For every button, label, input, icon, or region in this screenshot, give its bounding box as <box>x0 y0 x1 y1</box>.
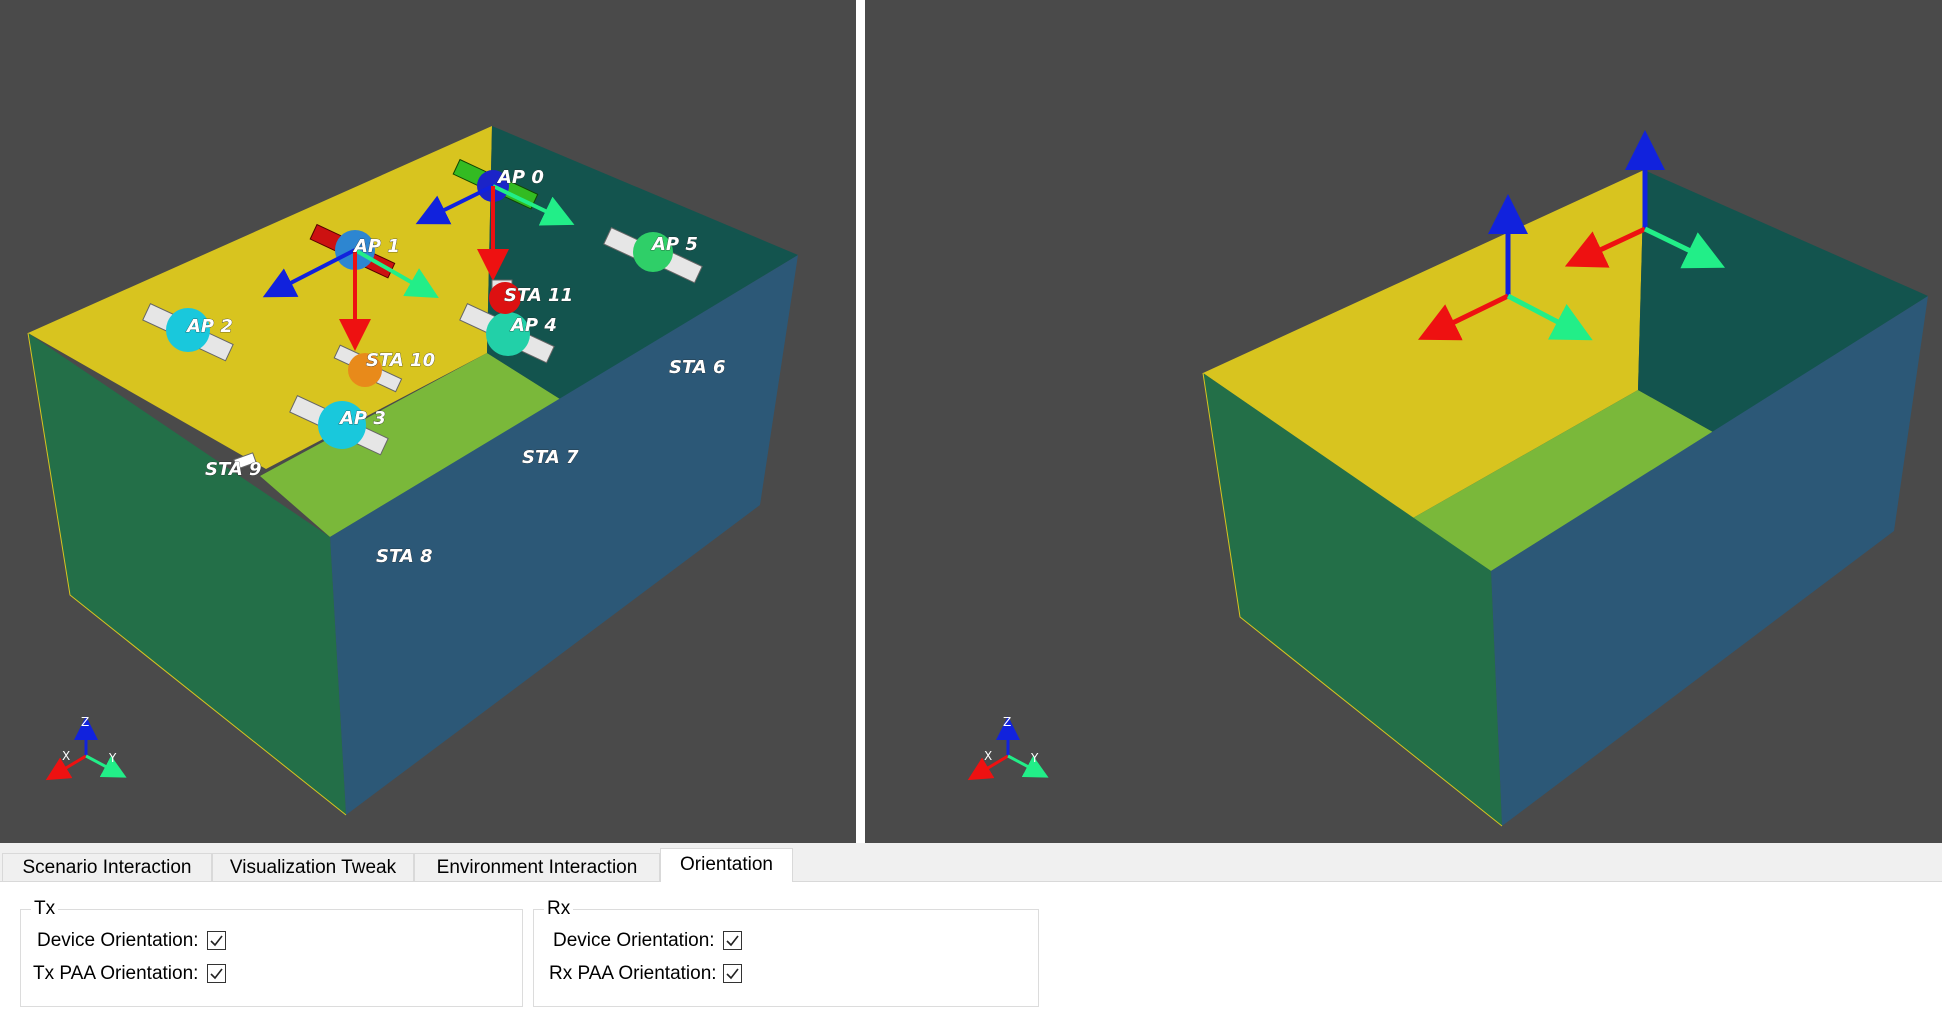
view-splitter[interactable] <box>856 0 865 843</box>
axis-label-z: Z <box>81 715 89 729</box>
label-ap-2: AP 2 <box>185 316 233 337</box>
label-ap-3: AP 3 <box>338 408 386 429</box>
rx-group: Rx Device Orientation: Rx PAA Orientatio… <box>533 898 1039 1007</box>
rx-paa-orientation-row: Rx PAA Orientation: <box>534 963 1034 987</box>
rx-device-orientation-row: Device Orientation: <box>534 930 1034 954</box>
rx-device-orientation-label: Device Orientation: <box>553 930 715 951</box>
tx-paa-orientation-label: Tx PAA Orientation: <box>33 963 199 984</box>
label-ap-4: AP 4 <box>509 315 557 336</box>
axis-label-z: Z <box>1003 715 1011 729</box>
axes-orientation-widget: Z X Y <box>967 715 1049 781</box>
axis-label-y: Y <box>1030 751 1039 765</box>
label-ap-0: AP 0 <box>496 167 544 188</box>
label-sta-10: STA 10 <box>366 350 435 371</box>
rx-group-title: Rx <box>544 898 574 920</box>
label-ap-5: AP 5 <box>650 234 698 255</box>
tab-orientation[interactable]: Orientation <box>660 848 793 882</box>
tab-visualization-tweak[interactable]: Visualization Tweak <box>212 853 414 881</box>
tab-environment-interaction[interactable]: Environment Interaction <box>414 853 660 881</box>
control-panel: Scenario Interaction Visualization Tweak… <box>0 843 1942 1018</box>
right-3d-viewport[interactable]: Z X Y <box>865 0 1942 843</box>
rx-device-orientation-checkbox[interactable] <box>723 931 742 950</box>
rx-paa-orientation-label: Rx PAA Orientation: <box>549 963 717 984</box>
tx-group: Tx Device Orientation: Tx PAA Orientatio… <box>20 898 523 1007</box>
label-sta-6: STA 6 <box>669 357 726 378</box>
label-sta-11: STA 11 <box>504 285 573 306</box>
tx-paa-orientation-row: Tx PAA Orientation: <box>21 963 521 987</box>
label-ap-1: AP 1 <box>352 236 400 257</box>
tab-scenario-interaction[interactable]: Scenario Interaction <box>2 853 212 881</box>
axis-label-x: X <box>62 749 70 763</box>
tx-group-title: Tx <box>31 898 59 920</box>
axes-orientation-widget: Z X Y <box>45 715 127 781</box>
label-sta-8: STA 8 <box>376 546 433 567</box>
tx-paa-orientation-checkbox[interactable] <box>207 964 226 983</box>
rx-paa-orientation-checkbox[interactable] <box>723 964 742 983</box>
tx-device-orientation-row: Device Orientation: <box>21 930 521 954</box>
axis-label-y: Y <box>108 751 117 765</box>
tx-device-orientation-label: Device Orientation: <box>37 930 199 951</box>
left-3d-viewport[interactable]: AP 0 AP 1 AP 2 AP 3 AP 4 AP 5 STA 6 STA … <box>0 0 856 843</box>
tx-device-orientation-checkbox[interactable] <box>207 931 226 950</box>
tab-bar: Scenario Interaction Visualization Tweak… <box>0 843 1942 882</box>
axis-label-x: X <box>984 749 992 763</box>
label-sta-7: STA 7 <box>522 447 579 468</box>
label-sta-9: STA 9 <box>205 459 262 480</box>
